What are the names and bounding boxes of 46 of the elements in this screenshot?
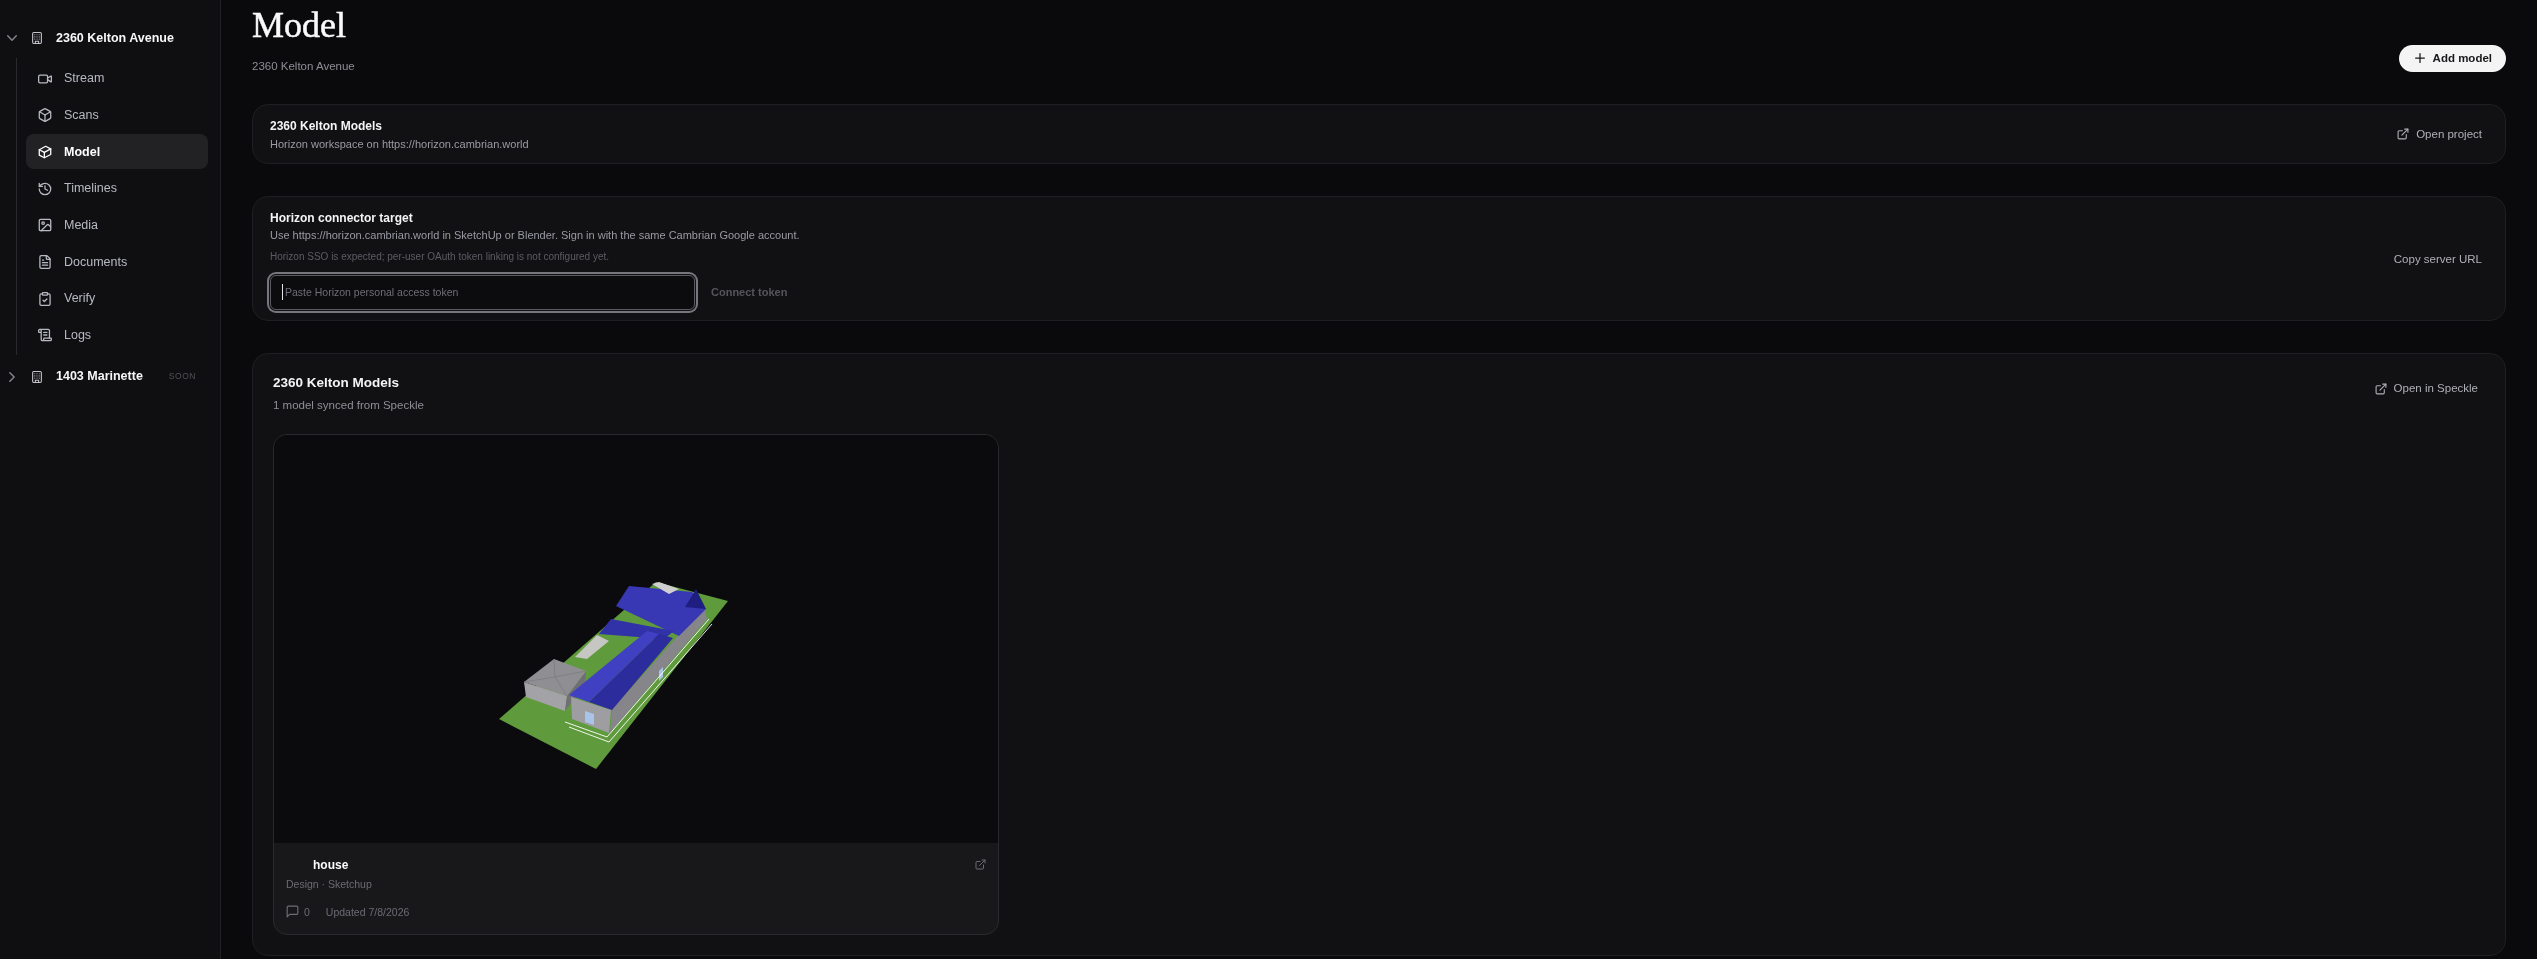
sidebar-item[interactable]: Logs [26,317,208,353]
external-link-icon[interactable] [975,859,986,870]
page-title: Model [252,5,347,46]
section-title: 2360 Kelton Models [273,374,401,392]
section-subtitle: 1 model synced from Speckle [273,397,424,413]
scroll-icon [38,328,52,343]
open-in-speckle-button[interactable]: Open in Speckle [2374,381,2478,396]
coming-soon-label: SOON [168,370,196,384]
chevron-right-icon[interactable] [9,371,15,382]
cube-icon [38,108,52,123]
speech-bubble-icon [286,905,299,918]
plus-icon [2414,53,2425,64]
add-model-button[interactable]: Add model [2398,44,2506,72]
comment-count: 0 [304,904,310,919]
clipboard-check-icon [38,291,52,306]
sidebar-item[interactable]: Documents [26,244,208,280]
sidebar-item[interactable]: Verify [26,281,208,317]
card-note: Horizon SSO is expected; per-user OAuth token linking is not configured yet. [270,249,611,263]
sidebar-item[interactable]: Timelines [26,171,208,207]
updated-date: Updated 7/8/2026 [325,904,410,919]
sidebar-item[interactable]: Model [26,134,208,170]
chevron-down-icon[interactable] [7,35,17,41]
external-link-icon [2374,382,2387,395]
page-subtitle: 2360 Kelton Avenue [252,59,355,73]
building-icon [31,31,43,45]
external-link-icon [2397,128,2410,141]
card-description: Horizon workspace on https://horizon.cambrian.world [270,136,529,151]
open-project-button[interactable]: Open project [2397,126,2482,142]
sidebar-item[interactable]: Stream [26,61,208,96]
model-details: Design · Sketchup [286,876,373,891]
model-name: house [313,856,349,873]
card-description: Use https://horizon.cambrian.world in SketchUp or Blender. Sign in with the same Cambrian Google account. [270,228,800,242]
sidebar-item[interactable]: Media [26,207,208,243]
image-icon [38,218,52,233]
document-icon [38,254,52,269]
copy-server-url-button[interactable]: Copy server URL [2393,252,2482,267]
building-icon [31,369,43,384]
history-icon [38,181,52,196]
sidebar-item[interactable]: Scans [26,97,208,133]
card-title: 2360 Kelton Models [270,118,384,134]
model-card[interactable]: house Design · Sketchup 0 Updated 7/8/2026 [273,433,999,935]
card-title: Horizon connector target [270,209,414,226]
property-name[interactable]: 1403 Marinette [56,367,143,387]
property-name[interactable]: 2360 Kelton Avenue [56,28,174,48]
cube-icon [38,144,52,159]
token-input-field[interactable]: Paste Horizon personal access token [270,274,695,310]
